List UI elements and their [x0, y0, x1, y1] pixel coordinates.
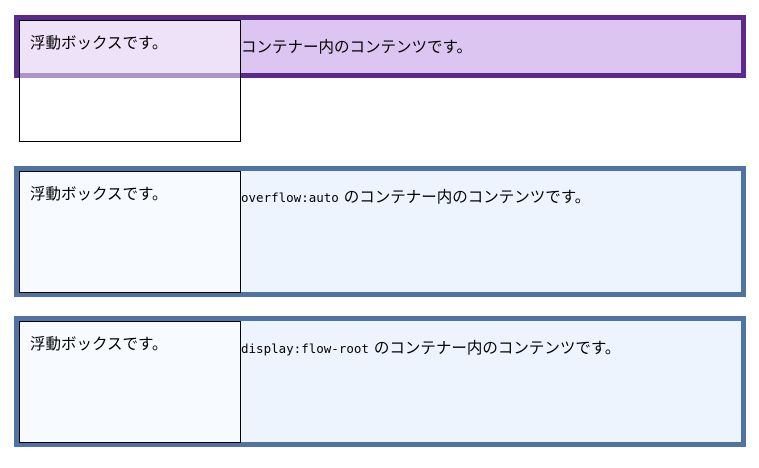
content-text: のコンテナー内のコンテンツです。: [368, 339, 621, 357]
float-box-text: 浮動ボックスです。: [30, 34, 168, 52]
content-text: コンテナー内のコンテンツです。: [241, 38, 472, 56]
content-code: overflow:auto: [241, 190, 339, 205]
content-text: のコンテナー内のコンテンツです。: [338, 188, 591, 206]
float-box-default: 浮動ボックスです。: [19, 20, 241, 142]
wrapper-flow-root-content: display:flow-root のコンテナー内のコンテンツです。: [241, 338, 620, 359]
float-box-text: 浮動ボックスです。: [30, 185, 168, 203]
content-code: display:flow-root: [241, 341, 369, 356]
wrapper-default-content: コンテナー内のコンテンツです。: [241, 37, 472, 57]
wrapper-overflow-auto-content: overflow:auto のコンテナー内のコンテンツです。: [241, 187, 590, 208]
float-box-overflow-auto: 浮動ボックスです。: [19, 171, 241, 293]
float-box-flow-root: 浮動ボックスです。: [19, 321, 241, 443]
float-box-text: 浮動ボックスです。: [30, 335, 168, 353]
